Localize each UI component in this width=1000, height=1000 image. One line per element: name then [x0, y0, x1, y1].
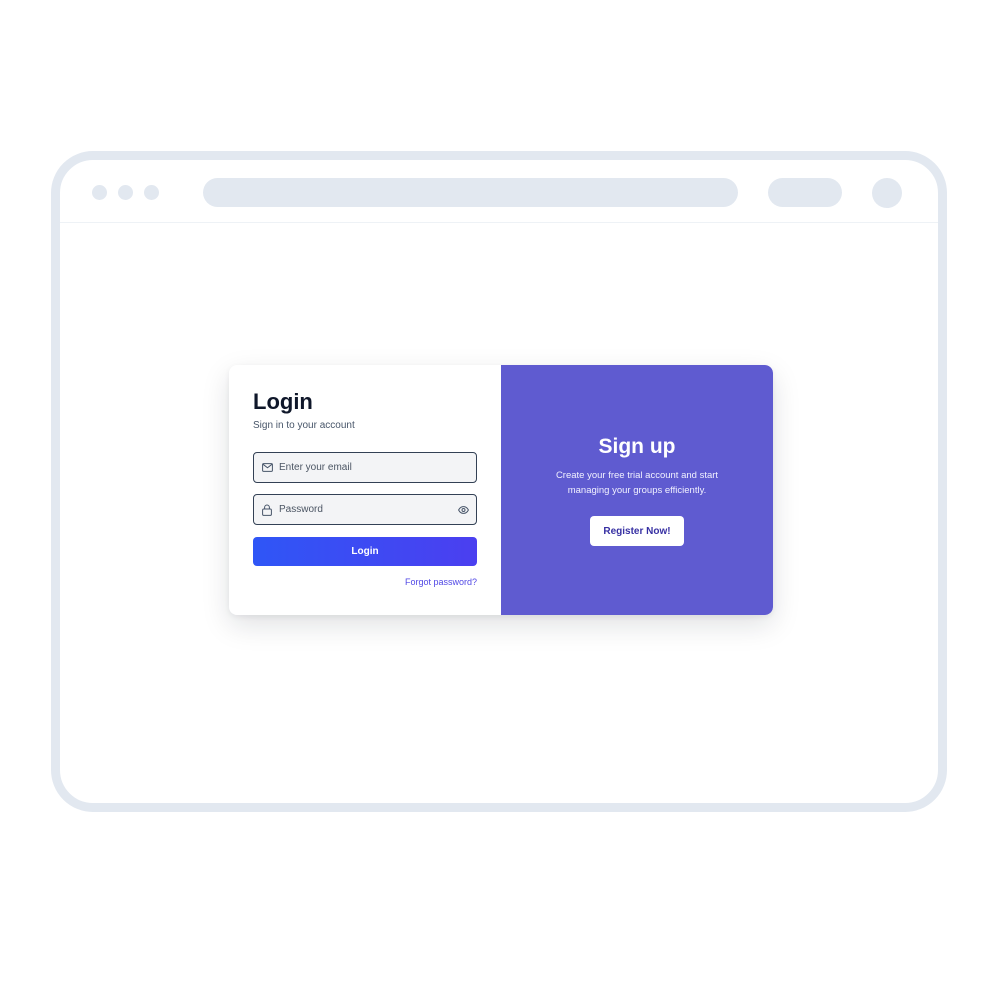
- email-input[interactable]: [279, 453, 476, 482]
- avatar[interactable]: [872, 178, 902, 208]
- window-control-maximize[interactable]: [144, 185, 159, 200]
- address-bar[interactable]: [203, 178, 738, 207]
- toolbar-button[interactable]: [768, 178, 842, 207]
- email-field[interactable]: [253, 452, 477, 483]
- eye-icon[interactable]: [457, 504, 469, 516]
- login-title: Login: [253, 389, 313, 414]
- signup-panel: Sign up Create your free trial account a…: [501, 365, 773, 615]
- signup-description: Create your free trial account and start…: [555, 470, 719, 496]
- register-button[interactable]: Register Now!: [590, 516, 684, 546]
- browser-toolbar: [60, 160, 938, 223]
- login-panel: Login Sign in to your account Enter your…: [229, 365, 501, 615]
- login-subtitle: Sign in to your account: [253, 420, 355, 431]
- password-field[interactable]: [253, 494, 477, 525]
- lock-icon: [261, 504, 273, 516]
- forgot-password-link[interactable]: Forgot password?: [405, 577, 477, 587]
- window-control-minimize[interactable]: [118, 185, 133, 200]
- auth-card: Login Sign in to your account Enter your…: [229, 365, 773, 615]
- mail-icon: [261, 462, 273, 474]
- signup-title: Sign up: [598, 435, 676, 458]
- window-control-close[interactable]: [92, 185, 107, 200]
- login-button[interactable]: Login: [253, 537, 477, 566]
- password-input[interactable]: [279, 495, 457, 524]
